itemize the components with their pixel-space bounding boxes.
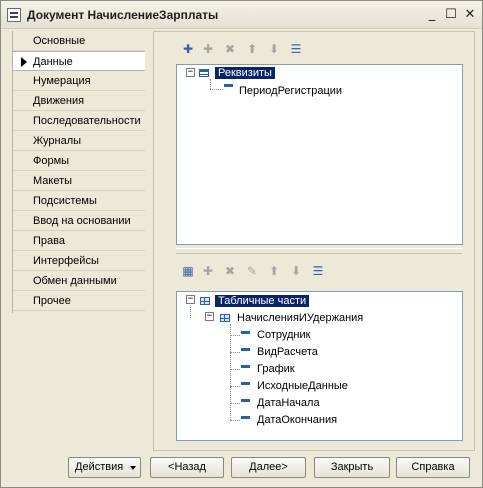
table-icon xyxy=(220,314,230,322)
add-child-icon: ✚ xyxy=(202,42,214,56)
collapse-icon[interactable]: − xyxy=(186,295,195,304)
nav-item-obmen-dannymi[interactable]: Обмен данными xyxy=(13,271,145,291)
nav-item-label: Журналы xyxy=(33,135,82,147)
actions-button-label: Действия xyxy=(75,461,124,473)
tree-node-column[interactable]: ДатаНачала xyxy=(257,395,320,411)
sort-icon[interactable]: ☰ xyxy=(309,263,327,279)
tree-node-label: Сотрудник xyxy=(257,329,311,341)
column-icon xyxy=(241,416,250,419)
section-nav: Основные Данные Нумерация Движения После… xyxy=(12,31,145,313)
delete-icon: ✖ xyxy=(224,264,236,278)
nav-item-zhurnaly[interactable]: Журналы xyxy=(13,131,145,151)
column-icon xyxy=(241,399,250,402)
nav-item-dvizheniya[interactable]: Движения xyxy=(13,91,145,111)
nav-item-dannye[interactable]: Данные xyxy=(13,51,145,71)
tree-node-label: ВидРасчета xyxy=(257,346,318,358)
actions-button[interactable]: Действия xyxy=(68,457,141,478)
maximize-button[interactable]: ☐ xyxy=(443,7,459,23)
tree-node-column[interactable]: Сотрудник xyxy=(257,327,310,343)
nav-item-osnovnye[interactable]: Основные xyxy=(13,31,145,51)
add-icon[interactable]: ✚ xyxy=(179,41,197,57)
delete-icon: ✖ xyxy=(224,42,236,56)
nav-item-interfeysy[interactable]: Интерфейсы xyxy=(13,251,145,271)
tree-node-label: ИсходныеДанные xyxy=(257,380,348,392)
column-icon xyxy=(241,348,250,351)
document-icon xyxy=(7,8,21,22)
nav-item-label: Последовательности xyxy=(33,115,141,127)
nav-item-numeratsiya[interactable]: Нумерация xyxy=(13,71,145,91)
current-section-arrow-icon xyxy=(21,57,27,67)
move-up-icon: ⬆ xyxy=(268,264,280,278)
tree-node-tablichnye-chasti[interactable]: Табличные части xyxy=(215,293,310,309)
tree-node-rekvizity[interactable]: Реквизиты xyxy=(215,65,275,81)
tree-node-column[interactable]: ДатаОкончания xyxy=(257,412,337,428)
folder-icon xyxy=(199,69,209,77)
nav-item-label: Интерфейсы xyxy=(33,255,99,267)
collapse-icon[interactable]: − xyxy=(205,312,214,321)
tree-node-column[interactable]: ВидРасчета xyxy=(257,344,318,360)
nav-item-podsistemy[interactable]: Подсистемы xyxy=(13,191,145,211)
close-button[interactable]: Закрыть xyxy=(314,457,390,478)
tree-node-label: ДатаНачала xyxy=(257,397,320,409)
nav-item-makety[interactable]: Макеты xyxy=(13,171,145,191)
tree-node-label: Табличные части xyxy=(215,295,310,307)
dialog-window: Документ НачислениеЗарплаты _ ☐ ✕ Основн… xyxy=(0,0,483,488)
nav-item-label: Формы xyxy=(33,155,70,167)
tree-node-label: График xyxy=(257,363,295,375)
table-icon xyxy=(200,297,210,305)
dropdown-arrow-icon xyxy=(130,466,136,470)
tree-node-label: ПериодРегистрации xyxy=(239,85,343,97)
nav-item-label: Права xyxy=(33,235,65,247)
minimize-button[interactable]: _ xyxy=(424,7,440,23)
nav-item-vvod-na-osnovanii[interactable]: Ввод на основании xyxy=(13,211,145,231)
tabular-parts-toolbar: ▦ ✚ ✖ ✎ ⬆ ⬇ ☰ xyxy=(177,261,337,281)
sort-icon[interactable]: ☰ xyxy=(287,41,305,57)
nav-item-posledovatelnosti[interactable]: Последовательности xyxy=(13,111,145,131)
nav-item-label: Обмен данными xyxy=(33,275,117,287)
move-down-icon: ⬇ xyxy=(268,42,280,56)
move-down-icon: ⬇ xyxy=(290,264,302,278)
close-window-button[interactable]: ✕ xyxy=(462,7,478,23)
nav-item-label: Основные xyxy=(33,35,86,47)
attributes-tree[interactable]: − Реквизиты ПериодРегистрации xyxy=(176,64,463,245)
nav-item-label: Подсистемы xyxy=(33,195,97,207)
title-bar[interactable]: Документ НачислениеЗарплаты _ ☐ ✕ xyxy=(1,1,482,29)
window-title: Документ НачислениеЗарплаты xyxy=(27,8,219,22)
nav-item-prochee[interactable]: Прочее xyxy=(13,291,145,311)
attributes-toolbar: ✚ ✚ ✖ ⬆ ⬇ ☰ xyxy=(177,39,317,59)
column-icon xyxy=(241,382,250,385)
nav-item-label: Нумерация xyxy=(33,75,91,87)
back-button[interactable]: <Назад xyxy=(150,457,224,478)
nav-item-label: Ввод на основании xyxy=(33,215,131,227)
next-button[interactable]: Далее> xyxy=(231,457,306,478)
nav-item-label: Прочее xyxy=(33,295,71,307)
tree-node-label: ДатаОкончания xyxy=(257,414,338,426)
edit-icon: ✎ xyxy=(246,264,258,278)
tree-node-label: НачисленияИУдержания xyxy=(237,312,364,324)
collapse-icon[interactable]: − xyxy=(186,68,195,77)
column-icon xyxy=(241,331,250,334)
nav-item-label: Макеты xyxy=(33,175,73,187)
add-icon[interactable]: ▦ xyxy=(179,263,197,279)
tabular-parts-tree[interactable]: − Табличные части − НачисленияИУдержания… xyxy=(176,291,463,441)
move-up-icon: ⬆ xyxy=(246,42,258,56)
nav-item-label: Движения xyxy=(33,95,85,107)
panel-splitter[interactable] xyxy=(176,248,462,254)
tree-node-column[interactable]: График xyxy=(257,361,295,377)
tree-node-column[interactable]: ИсходныеДанные xyxy=(257,378,348,394)
nav-item-prava[interactable]: Права xyxy=(13,231,145,251)
tree-node-nachisleniya[interactable]: НачисленияИУдержания xyxy=(237,310,363,326)
nav-item-label: Данные xyxy=(33,56,73,68)
column-icon xyxy=(241,365,250,368)
nav-item-formy[interactable]: Формы xyxy=(13,151,145,171)
help-button[interactable]: Справка xyxy=(396,457,470,478)
tree-node-label: Реквизиты xyxy=(215,67,275,79)
add-child-icon: ✚ xyxy=(202,264,214,278)
attribute-icon xyxy=(224,84,233,87)
tree-node-period[interactable]: ПериодРегистрации xyxy=(239,83,342,99)
